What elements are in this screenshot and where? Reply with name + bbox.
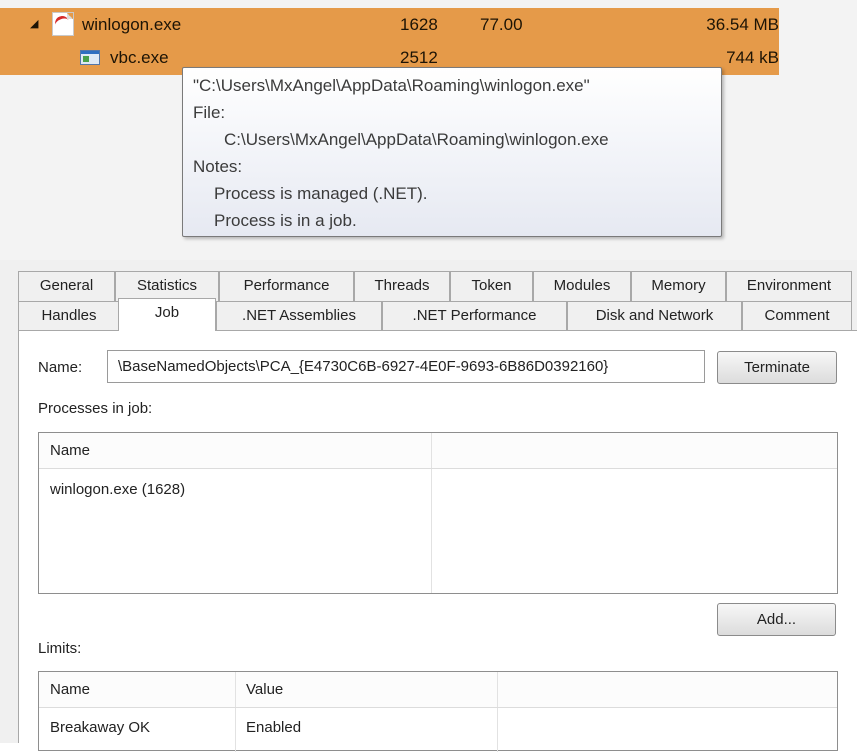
limit-value[interactable]: Enabled: [246, 719, 301, 736]
column-divider: [497, 672, 498, 707]
column-header-name[interactable]: Name: [39, 433, 431, 469]
list-header: Name Value: [39, 672, 837, 708]
job-name-label: Name:: [38, 359, 83, 376]
column-divider: [497, 708, 498, 752]
tab-general[interactable]: General: [18, 271, 115, 301]
tab-environment[interactable]: Environment: [726, 271, 852, 301]
tab-comment[interactable]: Comment: [742, 301, 852, 331]
process-tree: ◢ winlogon.exe 1628 77.00 36.54 MB vbc.e…: [0, 0, 857, 260]
column-divider: [431, 469, 432, 593]
tooltip-notes-label: Notes:: [193, 157, 243, 176]
process-memory: 36.54 MB: [706, 15, 779, 34]
add-process-button[interactable]: Add...: [717, 603, 836, 636]
tab-token[interactable]: Token: [450, 271, 533, 301]
tab-net-assemblies[interactable]: .NET Assemblies: [216, 301, 382, 331]
list-header: Name: [39, 433, 837, 469]
process-pid: 1628: [400, 15, 438, 34]
processes-in-job-list[interactable]: Name winlogon.exe (1628): [38, 432, 838, 594]
column-divider: [235, 708, 236, 752]
processes-in-job-label: Processes in job:: [38, 400, 153, 417]
process-memory: 744 kB: [726, 48, 779, 67]
column-header-name[interactable]: Name: [39, 672, 235, 708]
tab-statistics[interactable]: Statistics: [115, 271, 219, 301]
tab-disk-and-network[interactable]: Disk and Network: [567, 301, 742, 331]
process-tooltip: "C:\Users\MxAngel\AppData\Roaming\winlog…: [182, 67, 722, 237]
process-row-winlogon[interactable]: ◢ winlogon.exe 1628 77.00 36.54 MB: [0, 8, 779, 41]
terminate-button[interactable]: Terminate: [717, 351, 837, 384]
process-cpu: 77.00: [480, 15, 523, 34]
pdf-file-icon: [52, 12, 74, 36]
tab-job[interactable]: Job: [118, 298, 216, 331]
tooltip-note-job: Process is in a job.: [214, 211, 357, 230]
tab-modules[interactable]: Modules: [533, 271, 631, 301]
limit-name[interactable]: Breakaway OK: [50, 719, 150, 736]
process-name: vbc.exe: [110, 48, 169, 67]
tab-threads[interactable]: Threads: [354, 271, 450, 301]
list-item[interactable]: winlogon.exe (1628): [50, 481, 185, 498]
tooltip-file-label: File:: [193, 103, 226, 122]
tooltip-file-path: C:\Users\MxAngel\AppData\Roaming\winlogo…: [224, 130, 609, 149]
column-divider: [431, 433, 432, 468]
tooltip-command-line: "C:\Users\MxAngel\AppData\Roaming\winlog…: [193, 76, 590, 95]
limits-list[interactable]: Name Value Breakaway OK Enabled: [38, 671, 838, 752]
limits-label: Limits:: [38, 640, 82, 657]
job-name-field[interactable]: \BaseNamedObjects\PCA_{E4730C6B-6927-4E0…: [107, 350, 705, 383]
tab-net-performance[interactable]: .NET Performance: [382, 301, 567, 331]
tab-performance[interactable]: Performance: [219, 271, 354, 301]
application-window-icon: [80, 50, 100, 65]
tooltip-note-managed: Process is managed (.NET).: [214, 184, 428, 203]
tab-memory[interactable]: Memory: [631, 271, 726, 301]
collapse-triangle-icon[interactable]: ◢: [30, 8, 38, 41]
column-header-value[interactable]: Value: [235, 672, 497, 708]
tab-handles[interactable]: Handles: [18, 301, 120, 331]
process-name: winlogon.exe: [82, 15, 182, 34]
